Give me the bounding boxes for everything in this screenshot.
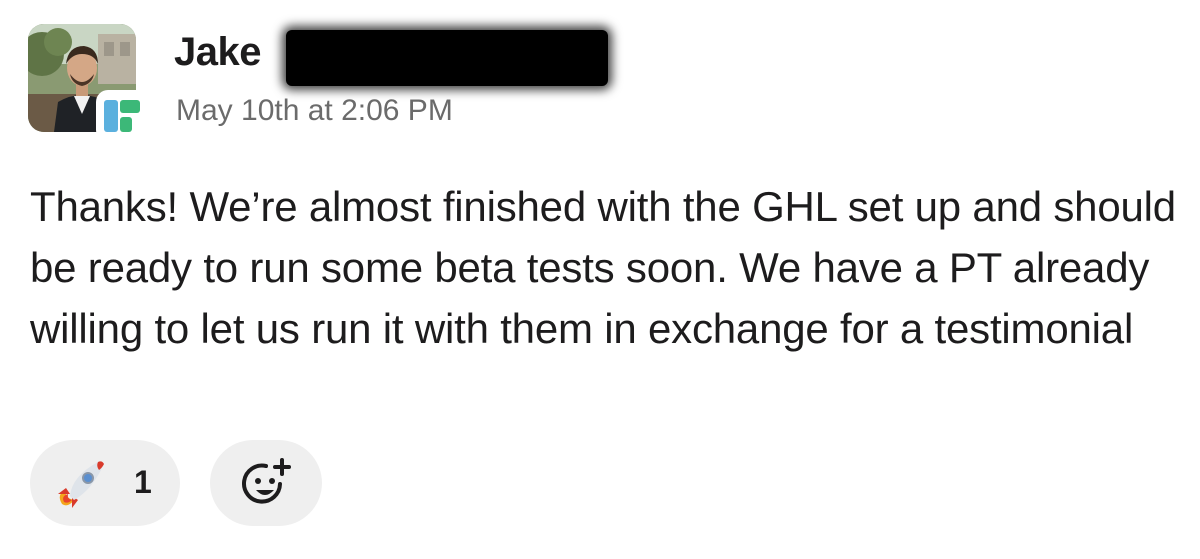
redaction-bar: [286, 30, 608, 86]
app-logo-icon: [96, 90, 148, 142]
message-text: Thanks! We’re almost finished with the G…: [30, 183, 1176, 352]
chat-message: Jake May 10th at 2:06 PM Thanks! We’re a…: [0, 0, 1200, 559]
sender-name[interactable]: Jake: [174, 30, 261, 74]
reaction-pill[interactable]: 1: [30, 440, 180, 526]
add-reaction-button[interactable]: [210, 440, 322, 526]
rocket-icon: [58, 461, 104, 508]
sender-avatar-group[interactable]: [28, 24, 150, 142]
reaction-count: 1: [134, 464, 152, 500]
message-timestamp[interactable]: May 10th at 2:06 PM: [176, 94, 453, 127]
add-reaction-icon: [242, 458, 291, 504]
